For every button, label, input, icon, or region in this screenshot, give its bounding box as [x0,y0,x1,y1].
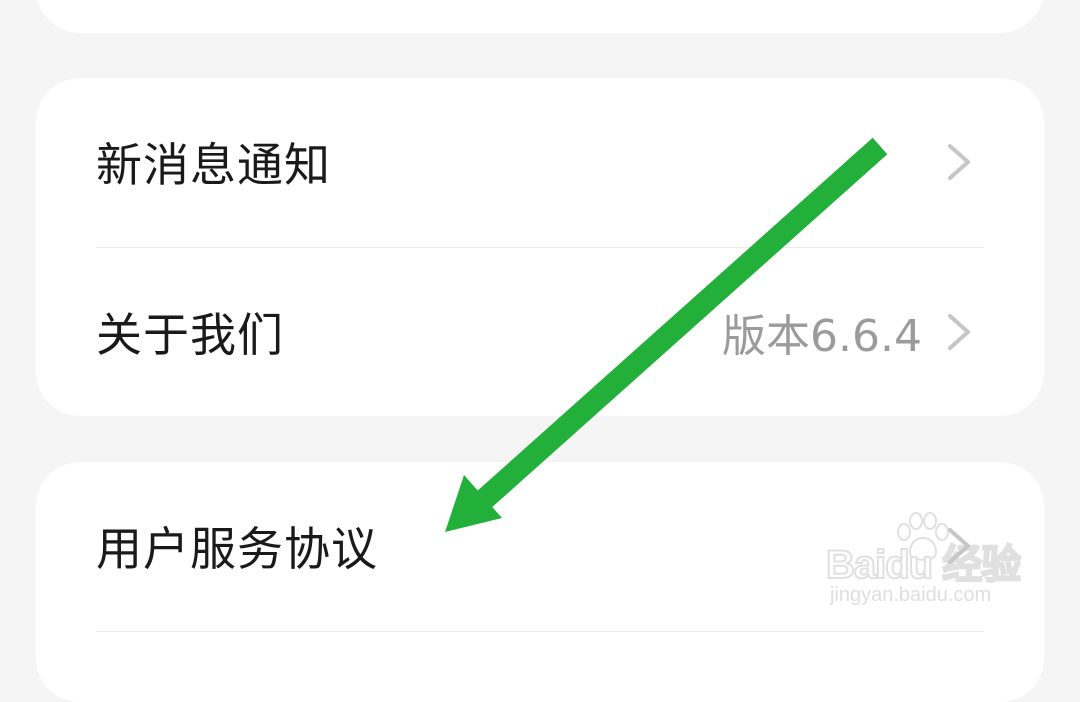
watermark-logo-text: Baidu 经验 [825,542,1022,588]
settings-card-main: 新消息通知 关于我们 版本6.6.4 [36,78,1044,416]
row-label: 关于我们 [96,308,284,362]
chevron-right-icon [948,144,970,180]
row-label: 新消息通知 [96,138,331,192]
settings-card-top [36,0,1044,33]
row-divider [96,631,984,632]
baidu-jingyan-watermark: Baidu 经验 jingyan.baidu.com [825,512,1026,612]
watermark-url: jingyan.baidu.com [830,584,992,606]
version-value: 版本6.6.4 [722,311,922,362]
row-label: 用户服务协议 [96,522,378,576]
row-about-us[interactable]: 关于我们 版本6.6.4 [36,248,1044,416]
chevron-right-icon [948,314,970,350]
row-new-message-notification[interactable]: 新消息通知 [36,78,1044,246]
